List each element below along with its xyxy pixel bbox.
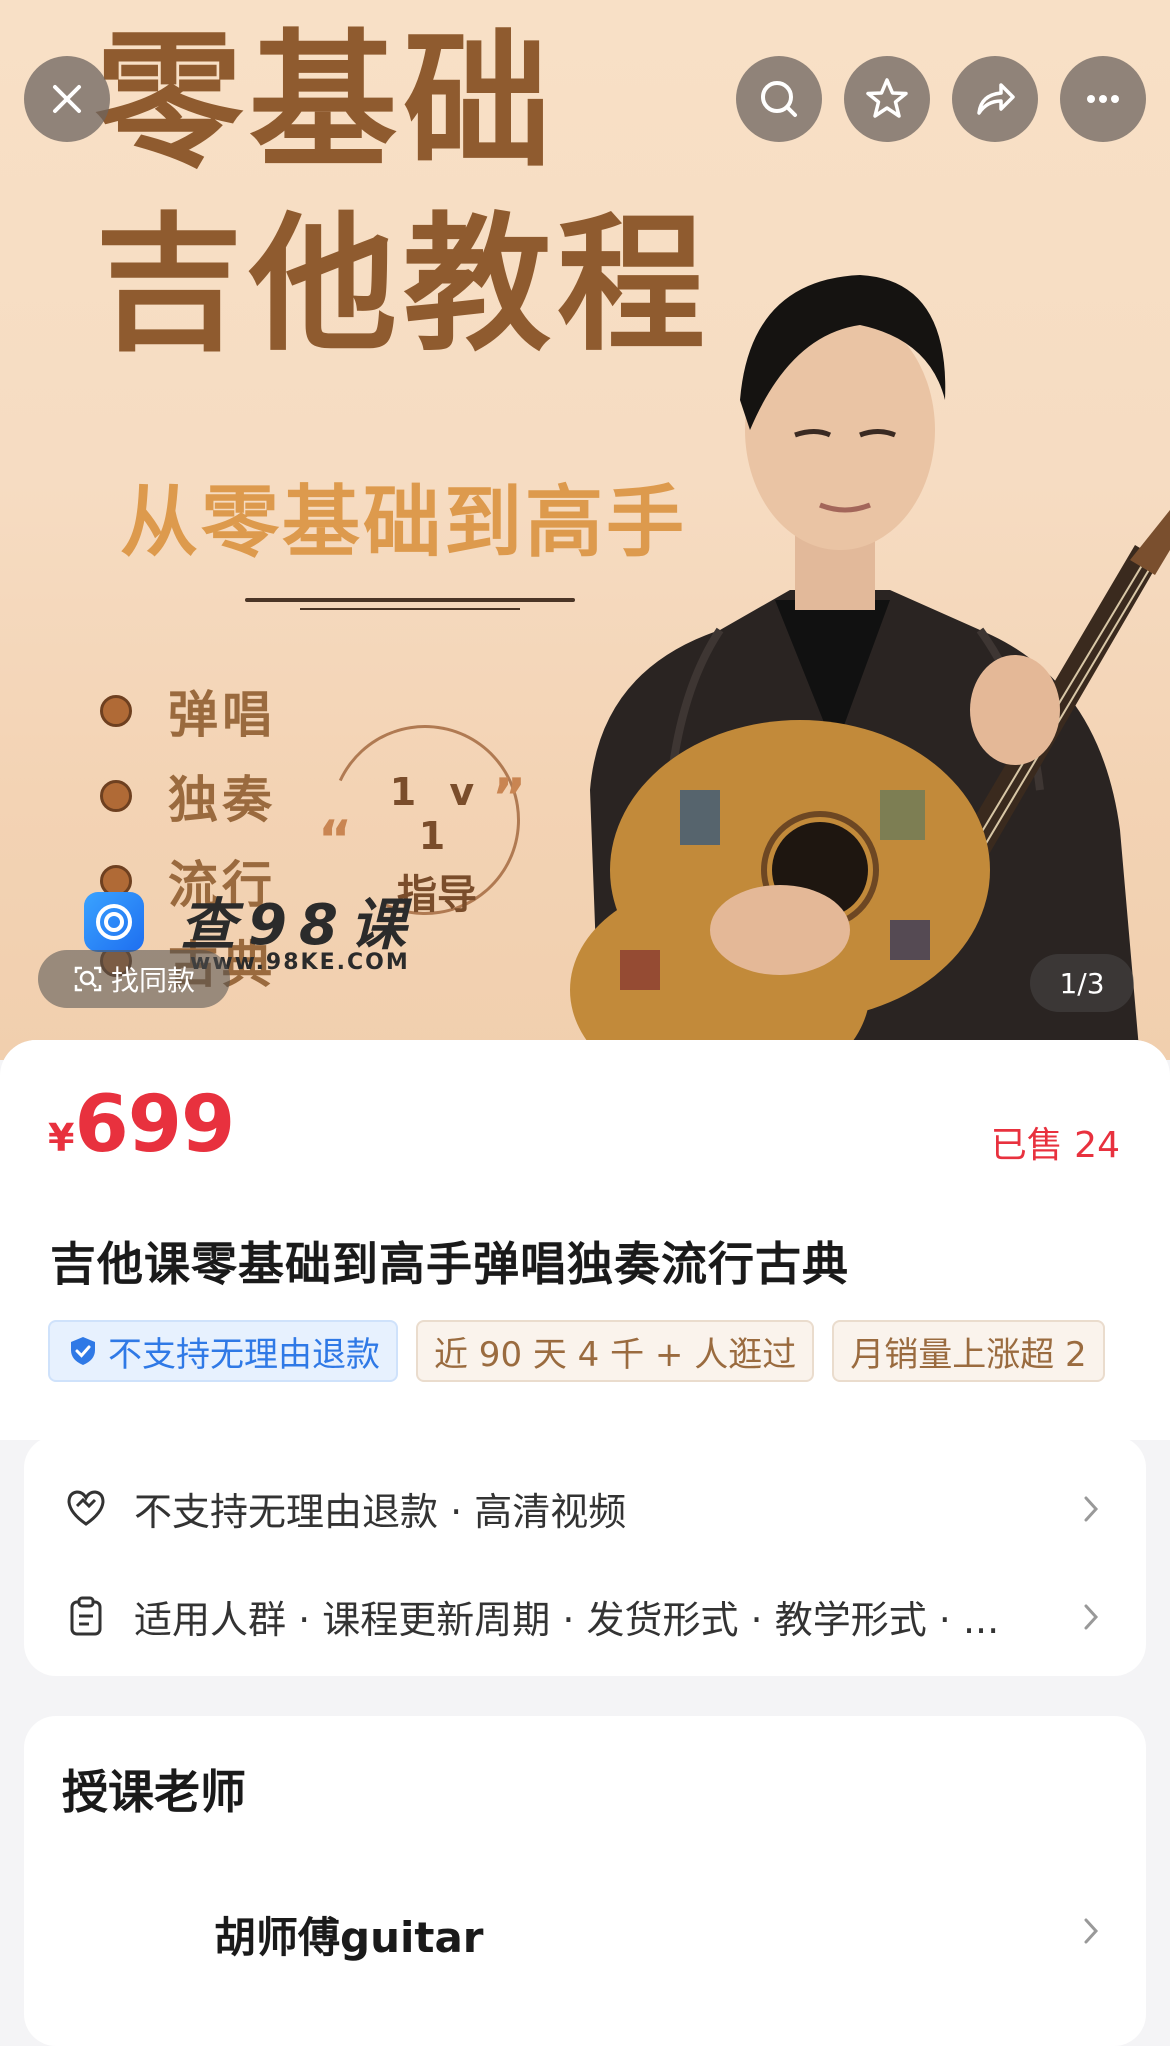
more-button[interactable] [1060,56,1146,142]
search-button[interactable] [736,56,822,142]
price-section: ¥699 已售 24 吉他课零基础到高手弹唱独奏流行古典 不支持无理由退款 近 … [0,1040,1170,1440]
star-icon [866,78,908,118]
chevron-right-icon [1084,1604,1099,1630]
hero-divider [245,598,575,602]
product-image-carousel[interactable]: 零基础 吉他教程 从零基础到高手 弹唱 独奏 流行 古典 “ ” 1 v 1 指… [0,0,1170,1060]
hero-bullet-label: 弹唱 [168,686,276,744]
tag-list: 不支持无理由退款 近 90 天 4 千 + 人逛过 月销量上涨超 2 [48,1320,1122,1390]
tag-sales-trend: 月销量上涨超 2 [832,1320,1105,1382]
find-same-button[interactable]: 找同款 [38,950,230,1008]
open-quote-icon: “ [318,810,353,870]
teacher-section-title: 授课老师 [62,1765,246,1819]
image-search-icon [74,966,102,992]
shield-check-icon [71,1337,95,1365]
hero-bullet: 弹唱 [100,675,276,747]
hero-bullet-label: 独奏 [168,771,276,829]
more-icon [1087,95,1119,103]
currency-symbol: ¥ [48,1116,75,1160]
image-pager: 1/3 [1030,954,1134,1012]
sold-count: 已售 24 [990,1125,1120,1166]
service-row-label: 不支持无理由退款 · 高清视频 [134,1489,627,1534]
heart-service-icon [67,1490,105,1526]
hero-divider-secondary [300,608,520,610]
guitarist-photo [570,275,1170,1060]
search-icon [761,81,797,117]
chevron-right-icon[interactable] [1076,1914,1106,1948]
find-same-label: 找同款 [110,964,195,997]
service-info-card: 不支持无理由退款 · 高清视频 适用人群 · 课程更新周期 · 发货形式 · 教… [24,1436,1146,1676]
hero-title-line1: 零基础 [95,16,557,188]
close-button[interactable] [24,56,110,142]
teacher-card: 授课老师 胡师傅guitar [24,1716,1146,2046]
service-row[interactable]: 不支持无理由退款 · 高清视频 [64,1468,1106,1548]
tag-label: 不支持无理由退款 [108,1334,380,1375]
share-button[interactable] [952,56,1038,142]
hero-bullet: 独奏 [100,760,276,832]
watermark-logo-icon [84,892,144,952]
product-detail-sheet: ¥699 已售 24 吉他课零基础到高手弹唱独奏流行古典 不支持无理由退款 近 … [0,1040,1170,2046]
price: ¥699 [48,1080,235,1170]
clipboard-icon [70,1596,102,1636]
chevron-right-icon [1084,1496,1099,1522]
parameters-row-label: 适用人群 · 课程更新周期 · 发货形式 · 教学形式 · ... [134,1597,1000,1642]
parameters-row[interactable]: 适用人群 · 课程更新周期 · 发货形式 · 教学形式 · ... [64,1576,1106,1656]
bullet-dot-icon [100,780,132,812]
watermark-text: 查98课 [180,893,418,958]
tag-views: 近 90 天 4 千 + 人逛过 [416,1320,815,1382]
share-icon [977,83,1015,115]
badge-line1: 1 v 1 [389,770,485,858]
favorite-button[interactable] [844,56,930,142]
tag-refund-policy: 不支持无理由退款 [48,1320,398,1382]
bullet-dot-icon [100,695,132,727]
product-title: 吉他课零基础到高手弹唱独奏流行古典 [50,1237,849,1291]
price-value: 699 [74,1080,235,1170]
close-icon [53,85,81,113]
teacher-name[interactable]: 胡师傅guitar [214,1904,484,1965]
